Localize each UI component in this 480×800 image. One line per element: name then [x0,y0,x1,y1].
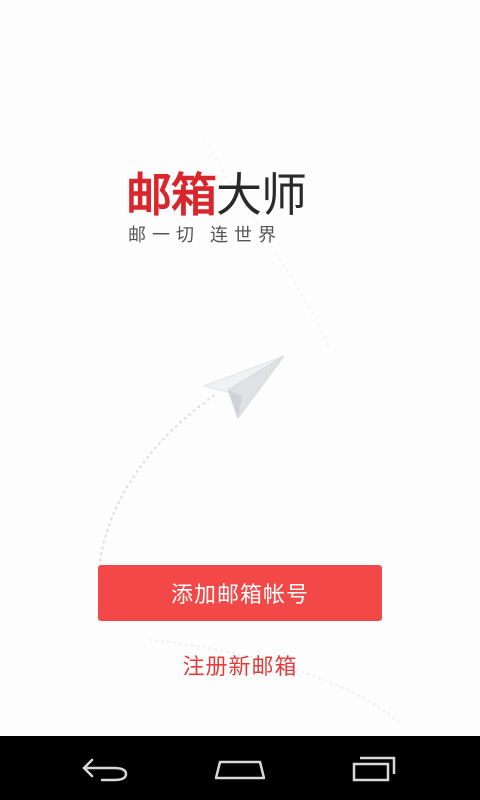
slogan-part2: 连世界 [210,225,282,246]
logo-title-primary: 邮箱 [126,168,217,222]
home-button[interactable] [200,748,280,788]
welcome-screen: 邮箱大师 邮一切 连世界 添加邮箱帐号 注册新邮箱 [0,0,480,736]
system-navigation-bar [0,736,480,800]
slogan-part1: 邮一切 [128,225,200,246]
paper-plane-icon [202,355,285,420]
register-new-email-link[interactable]: 注册新邮箱 [140,650,340,686]
recents-icon [352,756,396,782]
home-icon [214,760,266,780]
logo-title-secondary: 大师 [216,168,307,222]
slogan: 邮一切 连世界 [128,226,282,246]
app-logo: 邮箱大师 邮一切 连世界 [126,170,356,260]
back-icon [82,758,128,782]
back-button[interactable] [66,748,146,788]
recents-button[interactable] [334,748,414,788]
logo-title: 邮箱大师 [126,168,307,222]
add-email-account-button[interactable]: 添加邮箱帐号 [98,565,382,621]
